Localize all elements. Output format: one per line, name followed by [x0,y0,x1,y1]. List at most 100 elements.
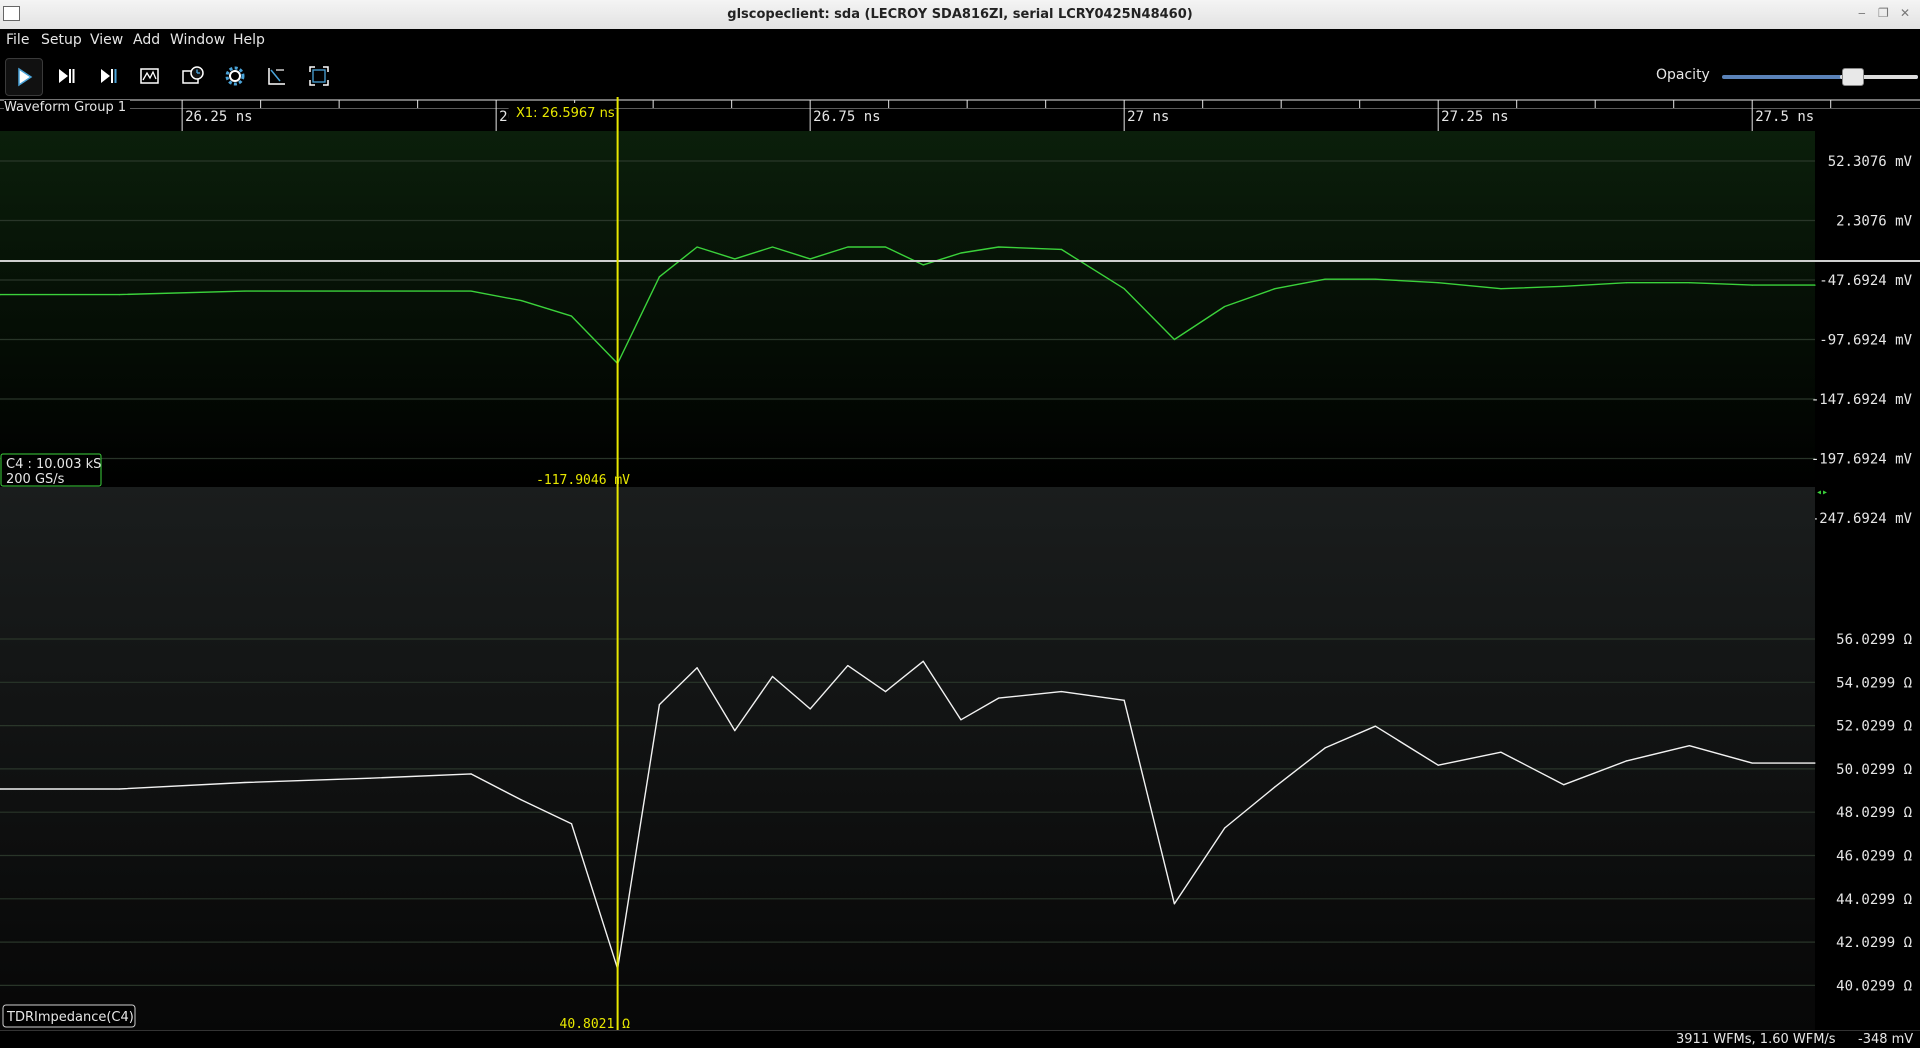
y-axis-label: -47.6924 mV [1819,273,1912,289]
fit-horizontal-button[interactable] [259,58,295,94]
waveform-sample-point [1324,278,1326,280]
waveform-sample-point [570,823,573,825]
timeline-label: 27 ns [1127,109,1169,125]
y-axis-label: 52.3076 mV [1828,154,1913,170]
y-axis-label: 46.0299 Ω [1836,849,1912,865]
waveform-sample-point [809,708,811,710]
close-icon[interactable]: ✕ [1900,6,1910,20]
voltage-status: -348 mV [1858,1032,1914,1047]
settings-button[interactable] [217,58,253,94]
waveform-sample-point [1688,745,1690,747]
waveform-sample-point [1500,288,1502,290]
waveform-sample-point [244,290,246,292]
fullscreen-button[interactable] [301,58,337,94]
waveform-sample-point [884,691,887,693]
waveform-group: Waveform Group 1 26.25 ns26.5 ns26.75 ns… [0,97,1920,1032]
waveform-sample-point [734,729,736,732]
cursor-label: X1: 26.5967 ns [516,106,615,121]
waveform-sample-point [1625,760,1628,762]
force-trigger-button[interactable] [90,58,126,94]
menu-add[interactable]: Add [133,32,160,48]
history-button[interactable] [132,58,168,94]
waveform-sample-point [1437,282,1439,284]
waveform-sample-point [520,299,522,302]
waveform-plot-area[interactable]: 26.25 ns26.5 ns26.75 ns27 ns27.25 ns27.5… [0,97,1920,1032]
waveform-sample-point [997,246,1000,248]
waveform-sample-point [1123,288,1125,290]
waveform-group-label: Waveform Group 1 [4,100,131,115]
maximize-icon[interactable]: ❐ [1878,6,1889,20]
opacity-slider-thumb[interactable] [1842,68,1864,86]
waveform-sample-point [1500,751,1502,753]
waveform-sample-point [1060,691,1062,693]
waveform-sample-point [922,264,924,266]
timeline-label: 27.5 ns [1755,109,1814,125]
single-step-icon [59,69,75,83]
y-axis-label: -97.6924 mV [1819,333,1912,349]
timebase-button[interactable] [175,58,211,94]
waveform-sample-point [1224,305,1226,308]
minimize-icon[interactable]: ‒ [1858,6,1866,20]
channel-info-samples: C4 : 10.003 kS [6,457,101,472]
waveform-sample-point [1173,338,1176,341]
menu-file[interactable]: File [6,32,29,48]
waveform-sample-point [1274,786,1276,788]
waveform-sample-point [1751,762,1753,764]
y-axis-label: 44.0299 Ω [1836,892,1912,908]
waveform-sample-point [884,246,887,248]
waveform-sample-point [1374,278,1376,280]
menu-view[interactable]: View [90,32,123,48]
window-title: glscopeclient: sda (LECROY SDA816ZI, ser… [727,7,1193,22]
gear-icon [225,66,245,86]
menu-bar: File Setup View Add Window Help [0,29,1920,53]
waveform-sample-point [960,719,962,721]
clock-icon [182,66,204,84]
waveform-sample-point [1563,784,1565,786]
waveform-sample-point [658,276,661,278]
waveform-sample-point [118,788,120,790]
y-axis-label: -147.6924 mV [1811,392,1913,408]
waveform-sample-point [470,290,472,292]
waveform-sample-point [1625,282,1628,284]
offset-marker-icon: ◂▸ [1816,487,1828,498]
waveform-sample-point [809,258,811,260]
menu-setup[interactable]: Setup [41,32,82,48]
menu-window[interactable]: Window [170,32,225,48]
waveform-sample-point [1123,699,1125,701]
waveform-sample-point [244,781,246,784]
waveform-sample-point [997,697,1000,699]
waveform-sample-point [847,246,849,248]
waveform-sample-point [1274,288,1276,290]
waveform-sample-point [369,777,372,779]
waveform-sample-point [1173,903,1176,905]
waveform-sample-point [1437,764,1439,766]
waveform-sample-point [771,246,774,248]
timeline-label: 26.75 ns [813,109,880,125]
start-trigger-button[interactable] [5,58,43,96]
waveform-sample-point [1814,762,1816,764]
menu-help[interactable]: Help [233,32,265,48]
waveform-sample-point [1324,747,1326,749]
toolbar: Opacity [0,55,1920,97]
y-axis-label: -197.6924 mV [1811,452,1913,468]
waveform-sample-point [696,246,698,248]
waveform-panel-tdr[interactable] [0,487,1815,1031]
fullscreen-icon [309,66,329,86]
y-axis-label: 2.3076 mV [1836,214,1912,230]
waveform-sample-point [1374,725,1376,727]
y-axis-label: 48.0299 Ω [1836,805,1912,821]
status-bar: 3911 WFMs, 1.60 WFM/s -348 mV [0,1030,1920,1048]
waveform-sample-point [1751,284,1753,286]
waveform-sample-point [960,252,962,254]
single-trigger-button[interactable] [48,58,84,94]
timeline-label: 27.25 ns [1441,109,1508,125]
opacity-slider[interactable] [1722,75,1918,79]
cursor-readout: -117.9046 mV [536,473,630,488]
timeline-label: 26.25 ns [185,109,252,125]
y-axis-label: -247.6924 mV [1811,511,1913,527]
y-axis-label: 42.0299 Ω [1836,935,1912,951]
zoom-fit-icon [268,68,285,85]
y-axis-label: 54.0299 Ω [1836,675,1912,691]
waveform-sample-point [369,290,372,292]
waveform-panel-c4[interactable] [0,131,1815,487]
